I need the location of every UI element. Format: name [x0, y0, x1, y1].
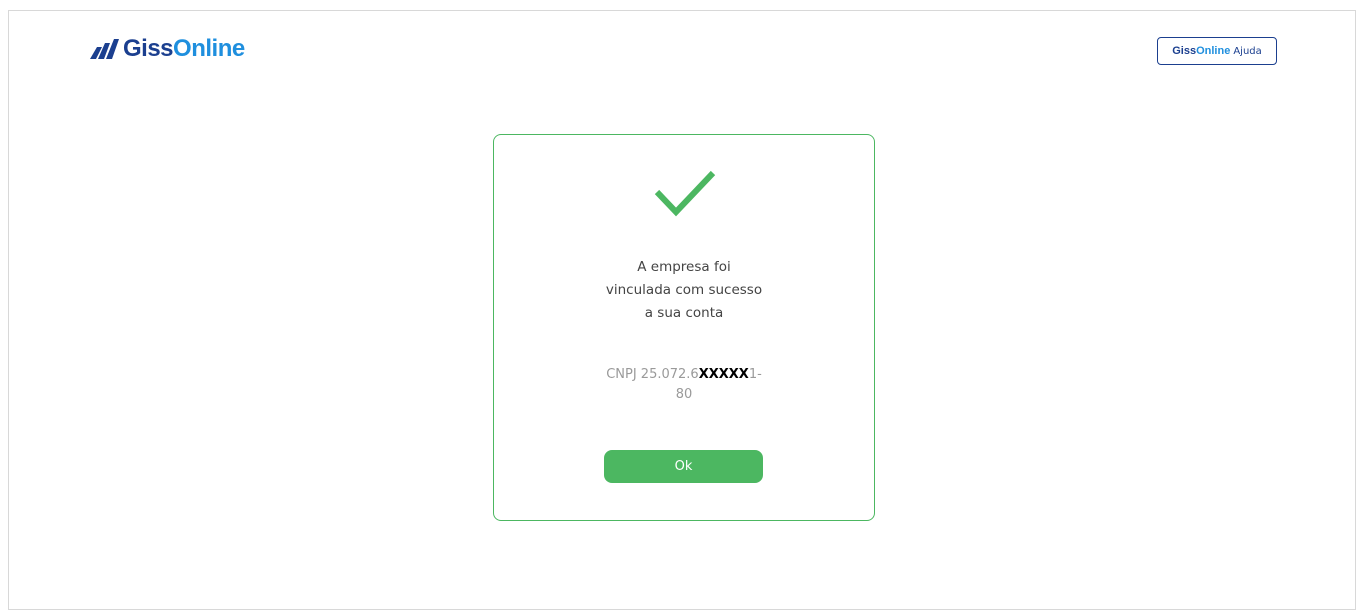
- message-line-3: a sua conta: [644, 305, 724, 321]
- cnpj-line-1: CNPJ 25.072.6XXXXX1-: [494, 365, 874, 385]
- message-line-1: A empresa foi: [637, 259, 731, 275]
- cnpj-prefix: CNPJ 25.072.6: [606, 367, 699, 382]
- logo-text-giss: Giss: [123, 35, 174, 62]
- checkmark-icon: [654, 170, 716, 217]
- message-line-2: vinculada com sucesso: [605, 282, 763, 298]
- cnpj-line-2: 80: [675, 387, 693, 402]
- gissonline-logo[interactable]: GissOnline: [90, 37, 245, 61]
- help-button[interactable]: Giss Online Ajuda: [1157, 37, 1277, 65]
- logo-text-online: Online: [173, 35, 245, 62]
- cnpj-masked: XXXXX: [698, 367, 749, 382]
- logo-text: GissOnline: [123, 37, 245, 61]
- ok-button[interactable]: Ok: [604, 450, 763, 483]
- giss-logo-bars-icon: [90, 39, 119, 59]
- success-dialog: A empresa foi vinculada com sucesso a su…: [493, 134, 875, 521]
- help-brand-giss: Giss: [1172, 45, 1197, 57]
- help-brand-online: Online: [1196, 45, 1231, 57]
- help-label: Ajuda: [1233, 45, 1262, 57]
- success-message: A empresa foi vinculada com sucesso a su…: [494, 256, 874, 325]
- cnpj-text: CNPJ 25.072.6XXXXX1- 80: [494, 365, 874, 405]
- cnpj-suffix: 1-: [748, 367, 762, 382]
